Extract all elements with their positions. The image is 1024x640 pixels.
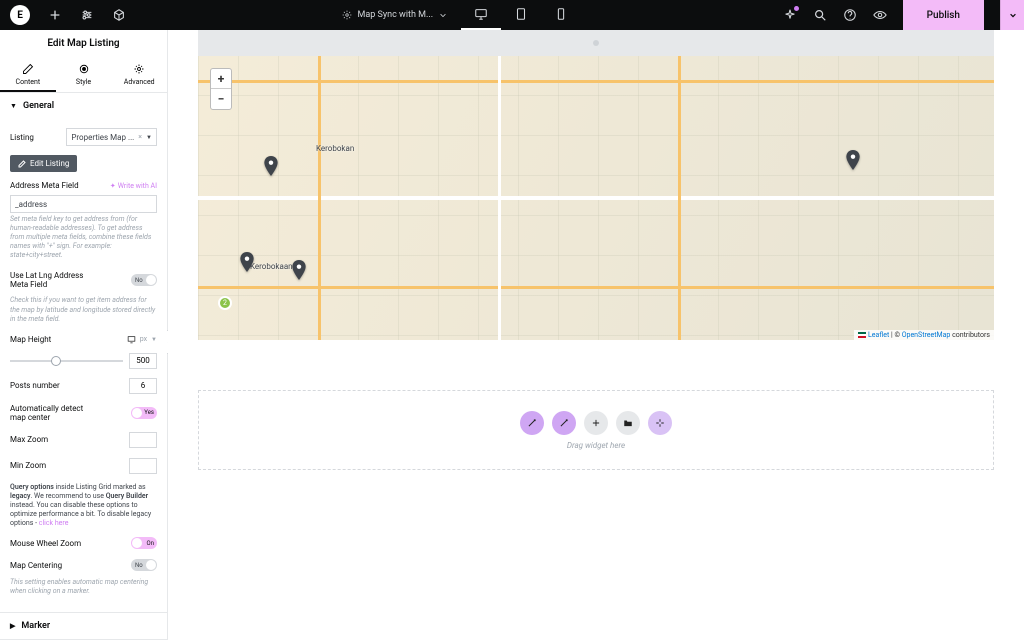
desktop-icon[interactable]	[127, 335, 136, 344]
flag-icon	[858, 332, 866, 338]
address-meta-input[interactable]	[10, 195, 157, 213]
wand-icon	[527, 418, 537, 428]
map-widget[interactable]: Kerobokan Kerobokaan 2 + − Leaflet | © O…	[198, 56, 994, 340]
legacy-note: Query options inside Listing Grid marked…	[10, 479, 157, 532]
chevron-down-icon: ▼	[146, 134, 152, 141]
section-marker-toggle[interactable]: ▶Marker	[0, 613, 167, 639]
gear-icon	[342, 10, 352, 20]
address-help-text: Set meta field key to get address from (…	[10, 213, 157, 266]
elementor-logo[interactable]: E	[10, 5, 30, 25]
caret-right-icon: ▶	[10, 622, 15, 630]
tab-content[interactable]: Content	[0, 57, 56, 92]
legacy-disable-link[interactable]: click here	[39, 519, 69, 527]
tab-advanced[interactable]: Advanced	[111, 57, 167, 92]
max-zoom-label: Max Zoom	[10, 435, 48, 444]
dropzone-ai[interactable]	[648, 411, 672, 435]
panel-title: Edit Map Listing	[0, 30, 167, 57]
map-centering-toggle[interactable]: No	[131, 559, 157, 571]
search-icon[interactable]	[813, 8, 827, 22]
zoom-out-button[interactable]: −	[211, 89, 231, 109]
settings-sliders-icon[interactable]	[80, 8, 94, 22]
add-icon[interactable]	[48, 8, 62, 22]
map-marker[interactable]	[240, 252, 254, 272]
posts-number-label: Posts number	[10, 381, 60, 390]
map-place-label: Kerobokaan	[250, 262, 293, 271]
listing-select[interactable]: Properties Map ... × ▼	[66, 128, 157, 146]
latlng-help-text: Check this if you want to get item addre…	[10, 294, 157, 329]
preview-canvas: Kerobokan Kerobokaan 2 + − Leaflet | © O…	[168, 30, 1024, 640]
editor-sidebar: Edit Map Listing Content Style Advanced …	[0, 30, 168, 640]
map-marker[interactable]	[264, 156, 278, 176]
publish-options-button[interactable]	[1000, 0, 1024, 30]
document-selector[interactable]: Map Sync with M...	[328, 0, 462, 30]
notifications-icon[interactable]	[783, 8, 797, 22]
leaflet-link[interactable]: Leaflet	[868, 331, 889, 339]
edit-listing-button[interactable]: Edit Listing	[10, 155, 77, 172]
use-latlng-label: Use Lat Lng Address Meta Field	[10, 271, 100, 289]
map-centering-help: This setting enables automatic map cente…	[10, 576, 157, 602]
tablet-icon	[514, 7, 528, 21]
osm-link[interactable]: OpenStreetMap	[902, 331, 951, 339]
map-place-label: Kerobokan	[316, 144, 354, 153]
gear-icon	[133, 63, 145, 75]
caret-down-icon: ▼	[10, 102, 17, 110]
cluster-badge[interactable]: 2	[218, 296, 232, 310]
dropzone-hint: Drag widget here	[567, 441, 625, 450]
tab-style[interactable]: Style	[56, 57, 112, 92]
plus-icon	[591, 418, 601, 428]
map-marker[interactable]	[292, 260, 306, 280]
widget-dropzone[interactable]: Drag widget here	[198, 390, 994, 470]
pencil-icon	[22, 63, 34, 75]
wand-icon	[559, 418, 569, 428]
posts-number-input[interactable]	[129, 378, 157, 394]
header-placeholder-icon	[592, 39, 600, 47]
style-icon	[78, 63, 90, 75]
chevron-down-icon	[439, 11, 447, 19]
map-marker[interactable]	[846, 150, 860, 170]
use-latlng-toggle[interactable]: No	[131, 274, 157, 286]
max-zoom-input[interactable]	[129, 432, 157, 448]
map-attribution: Leaflet | © OpenStreetMap contributors	[854, 330, 994, 340]
topbar: E Map Sync with M... Publish	[0, 0, 1024, 30]
preview-header	[198, 30, 994, 56]
map-height-input[interactable]	[129, 353, 157, 369]
dropzone-action-2[interactable]	[552, 411, 576, 435]
dropzone-folder[interactable]	[616, 411, 640, 435]
mouse-zoom-label: Mouse Wheel Zoom	[10, 539, 81, 548]
folder-icon	[623, 418, 633, 428]
sparkle-icon	[655, 418, 665, 428]
map-height-slider[interactable]	[10, 360, 123, 362]
publish-button[interactable]: Publish	[903, 0, 984, 30]
device-tablet-button[interactable]	[501, 0, 541, 30]
mouse-zoom-toggle[interactable]: On	[131, 537, 157, 549]
min-zoom-input[interactable]	[129, 458, 157, 474]
auto-center-label: Automatically detect map center	[10, 404, 100, 422]
dropzone-action-1[interactable]	[520, 411, 544, 435]
preview-icon[interactable]	[873, 8, 887, 22]
map-height-label: Map Height	[10, 335, 51, 344]
chevron-down-icon[interactable]: ▼	[151, 336, 157, 343]
listing-label: Listing	[10, 133, 34, 142]
pencil-icon	[18, 160, 26, 168]
address-meta-label: Address Meta Field	[10, 181, 79, 190]
write-with-ai-link[interactable]: ✦ Write with AI	[110, 182, 157, 190]
structure-icon[interactable]	[112, 8, 126, 22]
device-desktop-button[interactable]	[461, 0, 501, 30]
device-mobile-button[interactable]	[541, 0, 581, 30]
zoom-in-button[interactable]: +	[211, 69, 231, 89]
section-general-toggle[interactable]: ▼ General	[0, 93, 167, 119]
mobile-icon	[554, 7, 568, 21]
document-name: Map Sync with M...	[358, 10, 434, 20]
dropzone-add[interactable]	[584, 411, 608, 435]
map-centering-label: Map Centering	[10, 561, 62, 570]
auto-center-toggle[interactable]: Yes	[131, 407, 157, 419]
close-icon[interactable]: ×	[138, 133, 142, 141]
min-zoom-label: Min Zoom	[10, 461, 46, 470]
help-icon[interactable]	[843, 8, 857, 22]
desktop-icon	[474, 7, 488, 21]
chevron-down-icon	[1009, 11, 1017, 19]
